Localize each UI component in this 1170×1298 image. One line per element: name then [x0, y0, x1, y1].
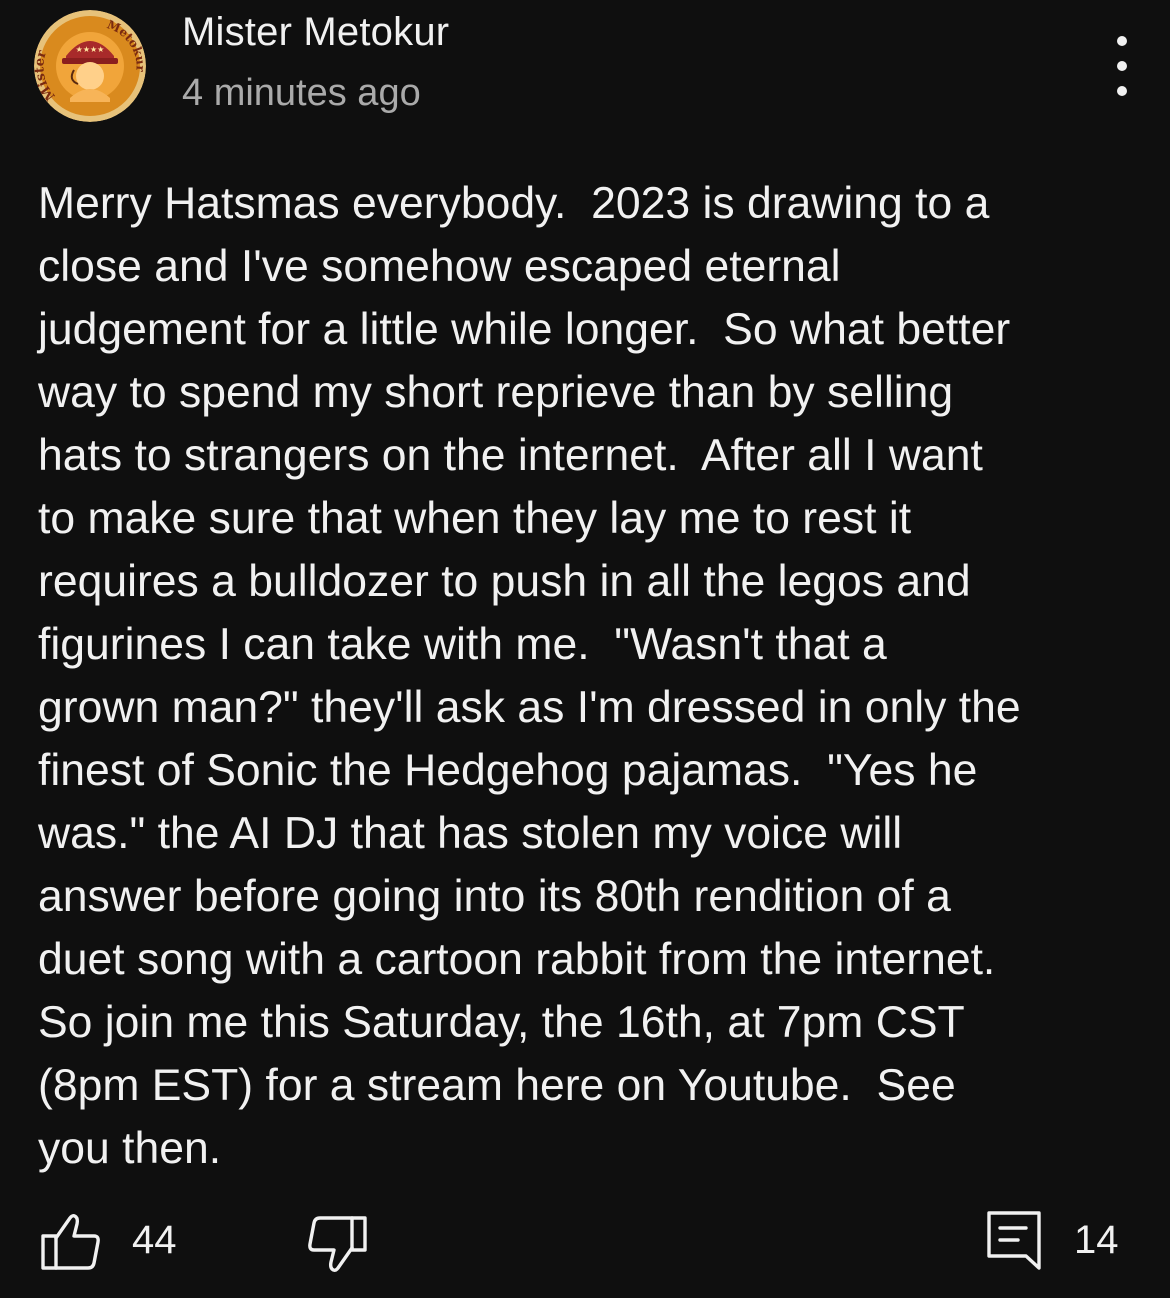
thumbs-up-icon[interactable] [40, 1212, 102, 1272]
kebab-dot [1117, 36, 1127, 46]
post-body-line: you then. [38, 1124, 222, 1173]
post-body-line: Merry Hatsmas everybody. 2023 is drawing… [38, 179, 990, 228]
post-body-line: So join me this Saturday, the 16th, at 7… [38, 998, 965, 1047]
post-timestamp[interactable]: 4 minutes ago [182, 72, 421, 115]
post-body-line: hats to strangers on the internet. After… [38, 431, 983, 480]
community-post: Mister Metokur ★★★★ Mister Metokur 4 min… [0, 0, 1170, 1298]
comment-count: 14 [1074, 1218, 1119, 1262]
more-options-icon[interactable] [1102, 36, 1142, 96]
post-body-line: to make sure that when they lay me to re… [38, 494, 912, 543]
post-body-line: requires a bulldozer to push in all the … [38, 557, 971, 606]
avatar-hat-stars: ★★★★ [76, 45, 105, 54]
post-body-line: close and I've somehow escaped eternal [38, 242, 841, 291]
post-body-line: judgement for a little while longer. So … [38, 305, 1011, 354]
post-body-line: way to spend my short reprieve than by s… [38, 368, 954, 417]
kebab-dot [1117, 86, 1127, 96]
post-body-line: finest of Sonic the Hedgehog pajamas. "Y… [38, 746, 978, 795]
like-count: 44 [132, 1218, 177, 1262]
post-body-line: grown man?" they'll ask as I'm dressed i… [38, 683, 1021, 732]
comment-icon[interactable] [986, 1210, 1042, 1272]
post-body-line: was." the AI DJ that has stolen my voice… [38, 809, 903, 858]
thumbs-down-icon[interactable] [306, 1214, 368, 1274]
post-body-line: figurines I can take with me. "Wasn't th… [38, 620, 887, 669]
kebab-dot [1117, 61, 1127, 71]
avatar-image: Mister Metokur ★★★★ [34, 10, 146, 122]
author-avatar[interactable]: Mister Metokur ★★★★ [34, 10, 146, 122]
post-body-line: answer before going into its 80th rendit… [38, 872, 951, 921]
post-body-line: (8pm EST) for a stream here on Youtube. … [38, 1061, 956, 1110]
post-body: Merry Hatsmas everybody. 2023 is drawing… [38, 172, 1138, 1180]
post-body-line: duet song with a cartoon rabbit from the… [38, 935, 996, 984]
author-name[interactable]: Mister Metokur [182, 10, 449, 55]
